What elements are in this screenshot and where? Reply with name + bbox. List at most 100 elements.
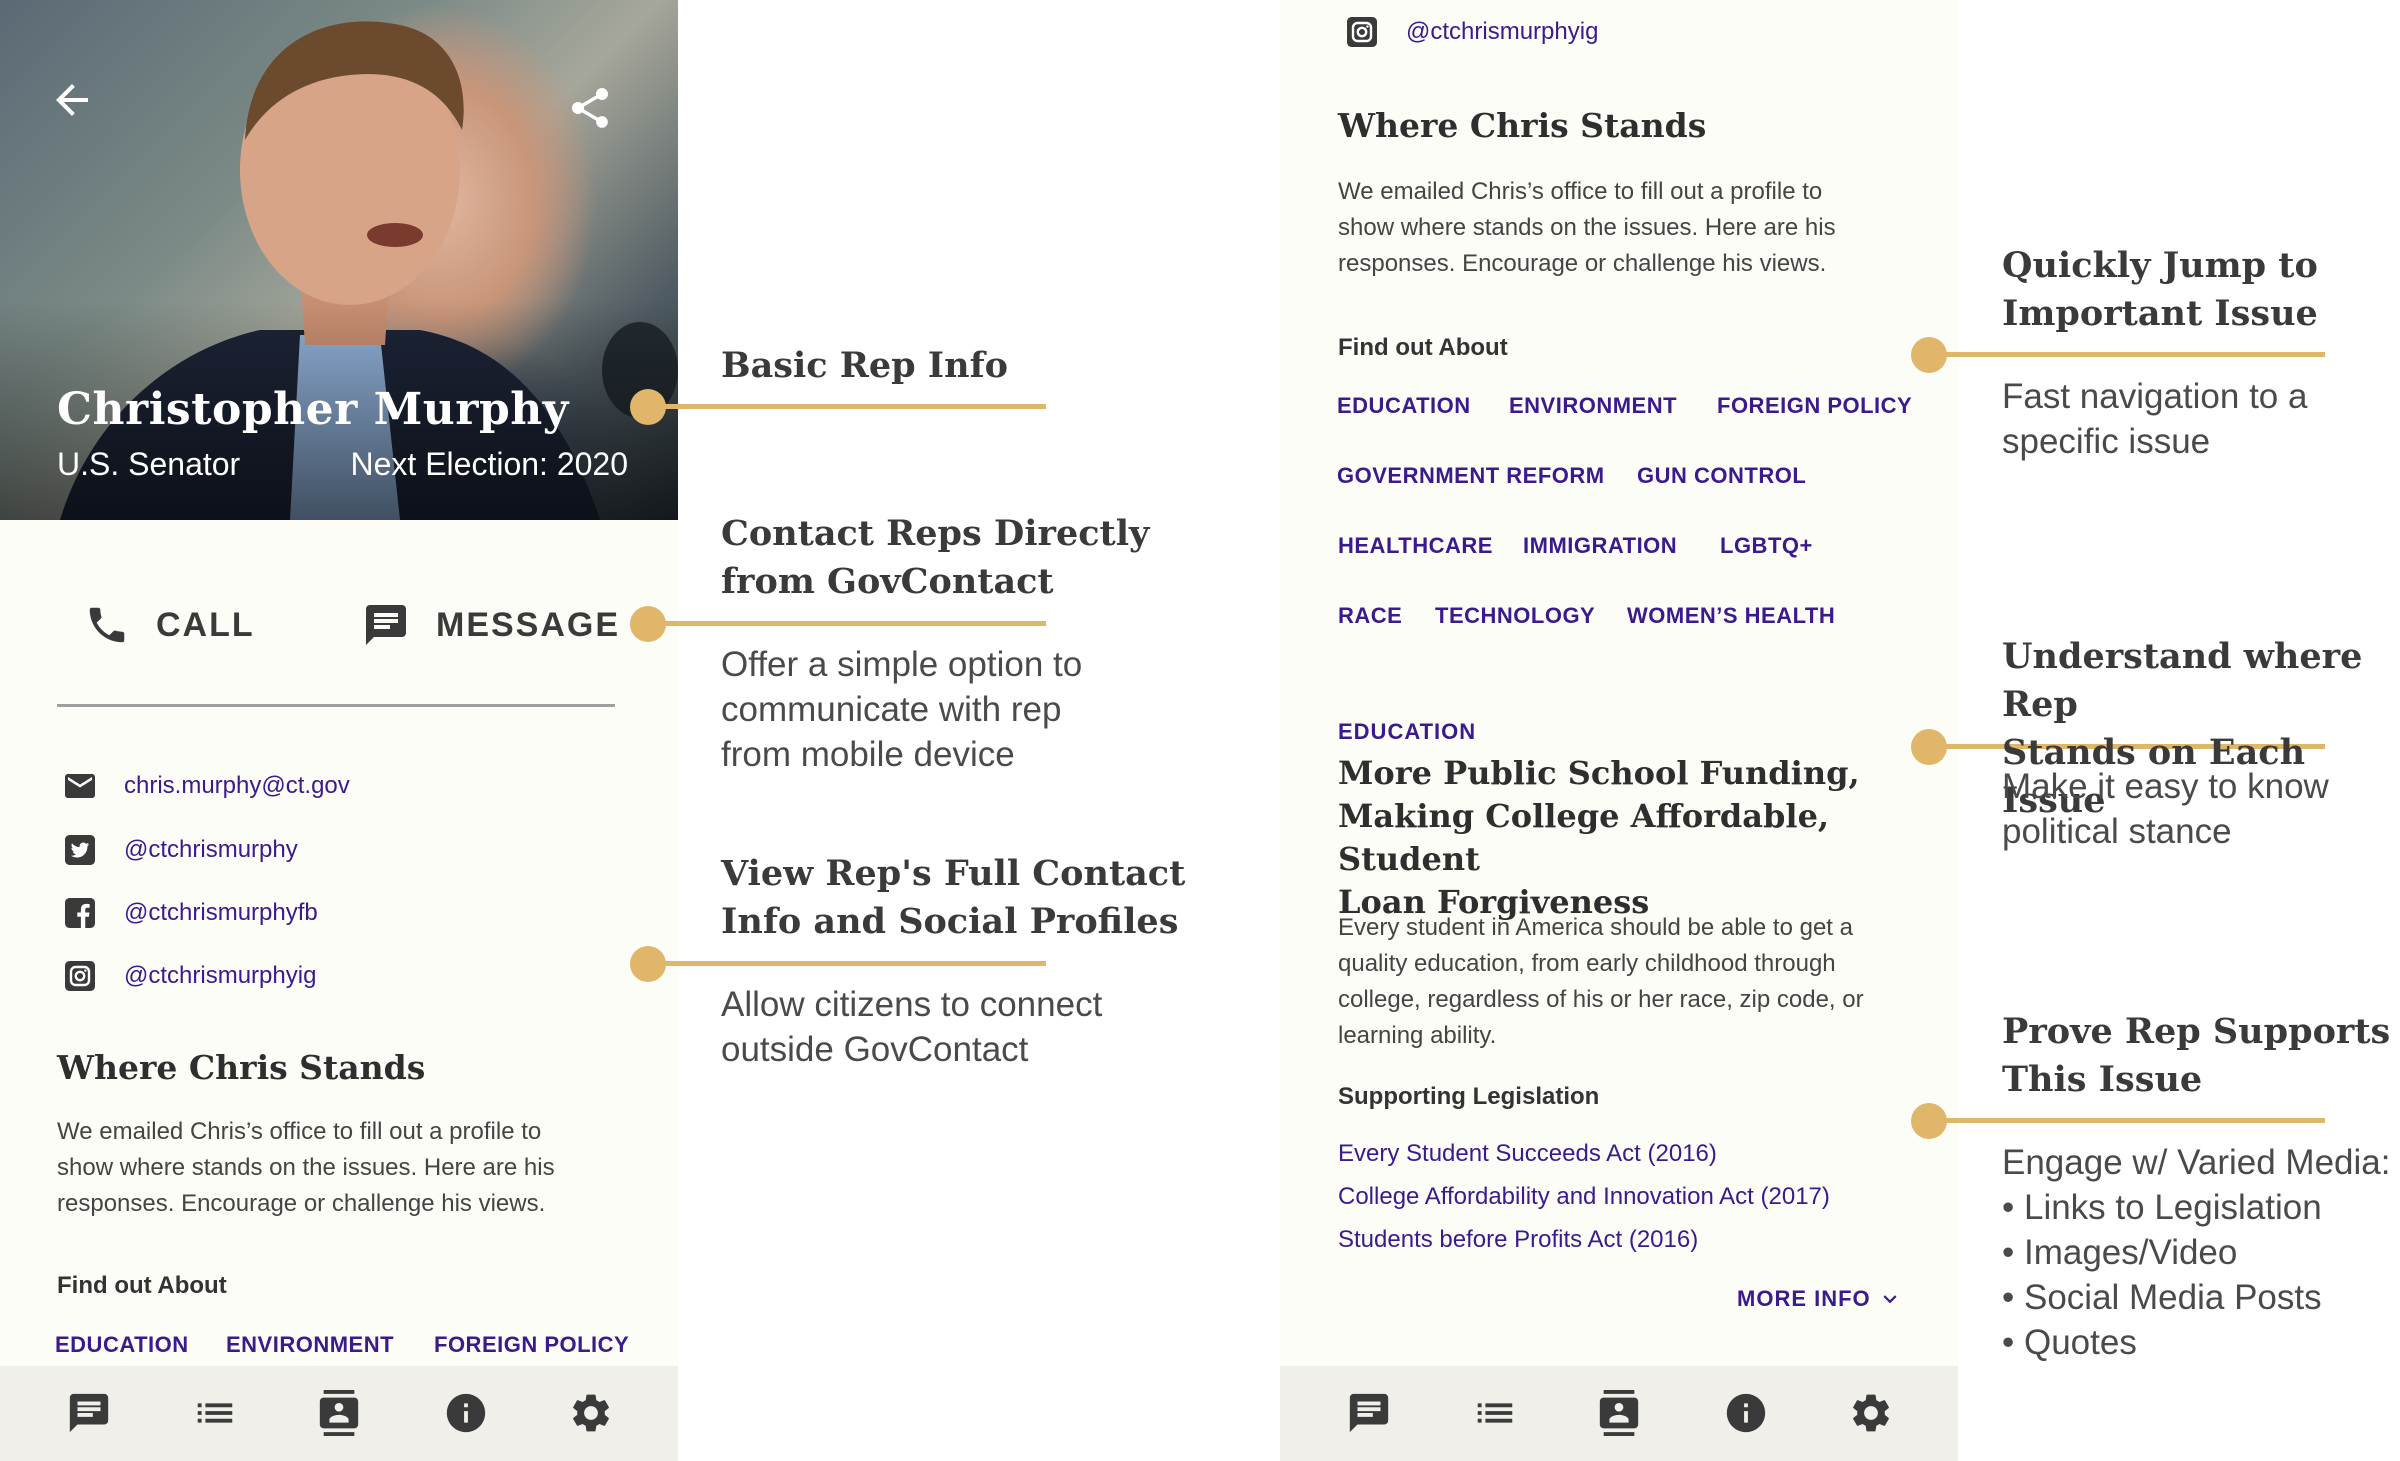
gear-icon[interactable] (568, 1390, 614, 1436)
annotation-text-line: Allow citizens to connect (721, 985, 1103, 1024)
annotation-title-line: Understand where Rep (2002, 636, 2363, 725)
annotation-line (660, 404, 1046, 409)
instagram-icon (65, 961, 95, 991)
more-info-label: MORE INFO (1737, 1286, 1871, 1311)
contact-actions: CALL MESSAGE (0, 590, 678, 670)
annotation-title-line: Info and Social Profiles (721, 901, 1179, 942)
annotation-title: Basic Rep Info (721, 345, 1008, 386)
contact-twitter-row[interactable]: @ctchrismurphy (62, 830, 298, 870)
tag-education[interactable]: EDUCATION (55, 1332, 189, 1358)
where-stands-heading: Where Chris Stands (57, 1048, 426, 1087)
tag-race[interactable]: RACE (1338, 603, 1402, 629)
rep-hero-photo: Christopher Murphy U.S. Senator Next Ele… (0, 0, 678, 520)
facebook-icon (65, 898, 95, 928)
instagram-icon (1347, 17, 1377, 47)
annotation-text-line: political stance (2002, 812, 2232, 851)
tag-healthcare[interactable]: HEALTHCARE (1338, 533, 1493, 559)
annotation-line (1940, 1118, 2325, 1123)
legislation-link[interactable]: Students before Profits Act (2016) (1338, 1226, 1698, 1254)
twitter-icon (65, 835, 95, 865)
annotation-title-line: Contact Reps Directly (721, 513, 1150, 554)
phone-screen-profile-top: Christopher Murphy U.S. Senator Next Ele… (0, 0, 678, 1461)
list-icon[interactable] (1472, 1390, 1518, 1436)
supporting-legislation-heading: Supporting Legislation (1338, 1083, 1600, 1110)
annotation-text-line: Offer a simple option to (721, 645, 1083, 684)
instagram-link[interactable]: @ctchrismurphyig (124, 962, 316, 990)
tag-education[interactable]: EDUCATION (1337, 393, 1471, 419)
contact-email-row[interactable]: chris.murphy@ct.gov (62, 766, 350, 806)
tag-lgbtq[interactable]: LGBTQ+ (1720, 533, 1813, 559)
tag-gun-control[interactable]: GUN CONTROL (1637, 463, 1806, 489)
tag-environment[interactable]: ENVIRONMENT (1509, 393, 1677, 419)
issue-body-line: quality education, from early childhood … (1338, 950, 1836, 977)
rep-title: U.S. Senator (57, 446, 241, 482)
annotation-title-line: Important Issue (2002, 293, 2318, 334)
info-icon[interactable] (443, 1390, 489, 1436)
message-icon (366, 605, 406, 645)
contact-instagram-row[interactable]: @ctchrismurphyig (62, 956, 316, 996)
back-arrow-icon[interactable] (48, 76, 96, 124)
list-icon[interactable] (192, 1390, 238, 1436)
annotation-text-line: • Links to Legislation (2002, 1188, 2322, 1227)
rep-name: Christopher Murphy (57, 384, 569, 435)
annotation-title-line: This Issue (2002, 1059, 2203, 1100)
tag-government-reform[interactable]: GOVERNMENT REFORM (1337, 463, 1605, 489)
annotation-line (1940, 352, 2325, 357)
annotation-text-line: from mobile device (721, 735, 1015, 774)
tag-foreign-policy[interactable]: FOREIGN POLICY (1717, 393, 1912, 419)
share-icon[interactable] (566, 84, 614, 132)
legislation-link[interactable]: Every Student Succeeds Act (2016) (1338, 1140, 1717, 1168)
annotation-text: Offer a simple option to communicate wit… (721, 642, 1082, 777)
twitter-link[interactable]: @ctchrismurphy (124, 836, 298, 864)
chevron-down-icon (1883, 1295, 1897, 1304)
annotation-text-line: Fast navigation to a (2002, 377, 2308, 416)
annotation-text: Fast navigation to a specific issue (2002, 374, 2307, 464)
tag-technology[interactable]: TECHNOLOGY (1435, 603, 1595, 629)
annotation-text-line: specific issue (2002, 422, 2211, 461)
call-label: CALL (156, 605, 255, 644)
contact-facebook-row[interactable]: @ctchrismurphyfb (62, 893, 318, 933)
contact-card-icon[interactable] (316, 1390, 362, 1436)
instagram-link[interactable]: @ctchrismurphyig (1406, 18, 1598, 46)
bottom-nav-bar (1280, 1366, 1958, 1461)
find-out-label: Find out About (57, 1272, 227, 1299)
intro-line: We emailed Chris’s office to fill out a … (57, 1118, 542, 1145)
issue-title: More Public School Funding, Making Colle… (1338, 752, 1958, 924)
intro-line: We emailed Chris’s office to fill out a … (1338, 178, 1823, 205)
email-link[interactable]: chris.murphy@ct.gov (124, 772, 350, 800)
message-label: MESSAGE (436, 605, 621, 644)
intro-line: responses. Encourage or challenge his vi… (57, 1190, 546, 1217)
annotation-title: View Rep's Full Contact Info and Social … (721, 850, 1185, 946)
annotation-text-line: Make it easy to know (2002, 767, 2329, 806)
annotation-title: Quickly Jump to Important Issue (2002, 242, 2318, 338)
message-button[interactable]: MESSAGE (362, 590, 620, 660)
annotation-text-line: outside GovContact (721, 1030, 1029, 1069)
where-stands-intro: We emailed Chris’s office to fill out a … (1338, 174, 1836, 282)
annotation-title: Contact Reps Directly from GovContact (721, 510, 1149, 606)
annotation-line (660, 621, 1046, 626)
call-button[interactable]: CALL (84, 590, 255, 660)
more-info-button[interactable]: MORE INFO (1737, 1286, 1903, 1312)
tag-environment[interactable]: ENVIRONMENT (226, 1332, 394, 1358)
contact-instagram-row[interactable]: @ctchrismurphyig (1344, 12, 1598, 52)
tag-foreign-policy[interactable]: FOREIGN POLICY (434, 1332, 629, 1358)
annotation-title-line: Prove Rep Supports (2002, 1011, 2391, 1052)
annotation-line (660, 961, 1046, 966)
tag-womens-health[interactable]: WOMEN’S HEALTH (1627, 603, 1835, 629)
section-divider (57, 704, 615, 707)
annotation-text: Engage w/ Varied Media: • Links to Legis… (2002, 1140, 2390, 1365)
annotation-text: Allow citizens to connect outside GovCon… (721, 982, 1102, 1072)
tag-immigration[interactable]: IMMIGRATION (1523, 533, 1677, 559)
intro-line: responses. Encourage or challenge his vi… (1338, 250, 1827, 277)
message-icon[interactable] (66, 1390, 112, 1436)
gear-icon[interactable] (1848, 1390, 1894, 1436)
contact-card-icon[interactable] (1596, 1390, 1642, 1436)
facebook-link[interactable]: @ctchrismurphyfb (124, 899, 318, 927)
issue-title-line: More Public School Funding, (1338, 754, 1860, 792)
legislation-link[interactable]: College Affordability and Innovation Act… (1338, 1183, 1830, 1211)
next-election: Next Election: 2020 (350, 446, 629, 482)
info-icon[interactable] (1723, 1390, 1769, 1436)
where-stands-intro: We emailed Chris’s office to fill out a … (57, 1114, 555, 1222)
message-icon[interactable] (1346, 1390, 1392, 1436)
annotation-title-line: Quickly Jump to (2002, 245, 2318, 286)
